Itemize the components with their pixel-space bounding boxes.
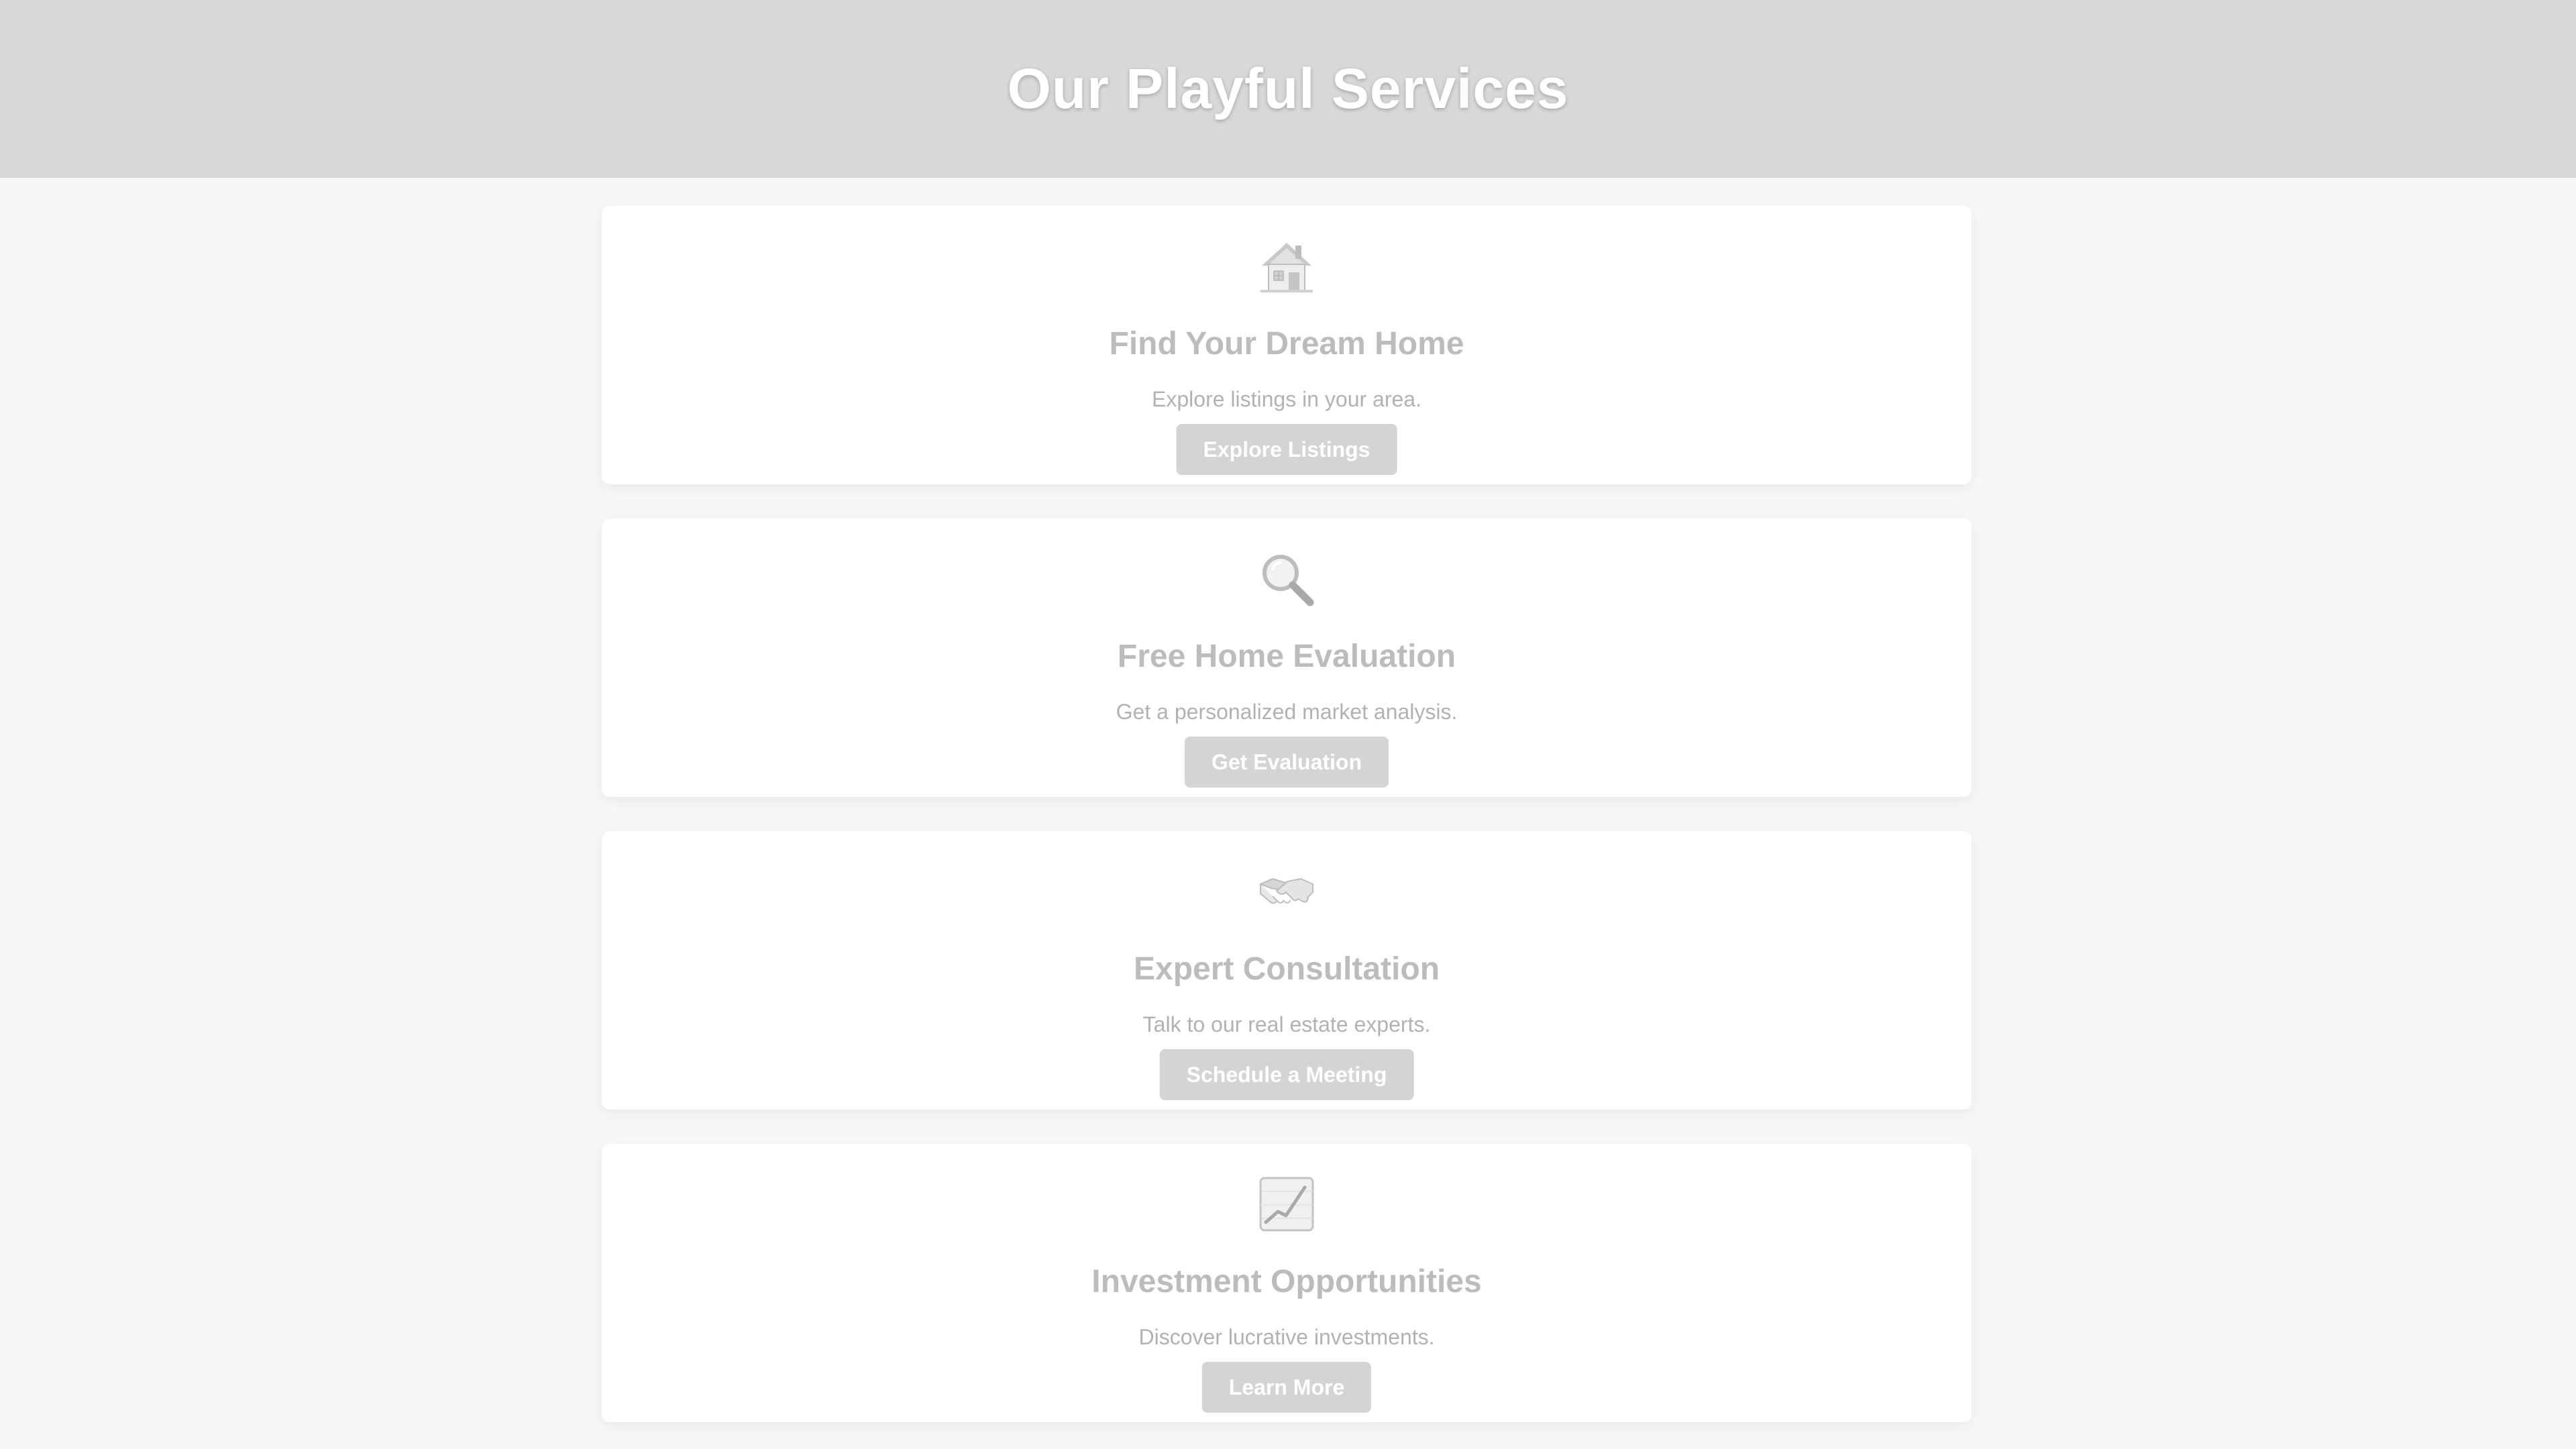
service-description: Get a personalized market analysis. <box>1116 700 1458 724</box>
handshake-icon <box>602 861 1972 922</box>
get-evaluation-button[interactable]: Get Evaluation <box>1184 737 1389 788</box>
service-title: Free Home Evaluation <box>1117 639 1456 674</box>
service-title: Investment Opportunities <box>1091 1264 1482 1299</box>
schedule-meeting-button[interactable]: Schedule a Meeting <box>1159 1049 1414 1100</box>
page: Our Playful Services Find Your Dream Hom… <box>0 0 2576 1449</box>
chart-increasing-icon <box>602 1174 1972 1234</box>
service-description: Talk to our real estate experts. <box>1142 1012 1431 1036</box>
page-title: Our Playful Services <box>1007 57 1569 120</box>
service-card-home-evaluation: Free Home Evaluation Get a personalized … <box>602 519 1972 797</box>
service-card-investment: Investment Opportunities Discover lucrat… <box>602 1144 1972 1422</box>
service-card-dream-home: Find Your Dream Home Explore listings in… <box>602 206 1972 484</box>
service-card-consultation: Expert Consultation Talk to our real est… <box>602 831 1972 1110</box>
service-title: Expert Consultation <box>1133 951 1440 987</box>
page-header: Our Playful Services <box>0 0 2576 178</box>
service-title: Find Your Dream Home <box>1109 326 1464 362</box>
explore-listings-button[interactable]: Explore Listings <box>1176 424 1397 475</box>
service-description: Explore listings in your area. <box>1152 387 1421 411</box>
magnifying-glass-icon <box>602 549 1972 609</box>
learn-more-button[interactable]: Learn More <box>1201 1362 1372 1413</box>
house-icon <box>602 236 1972 297</box>
service-description: Discover lucrative investments. <box>1138 1325 1435 1349</box>
